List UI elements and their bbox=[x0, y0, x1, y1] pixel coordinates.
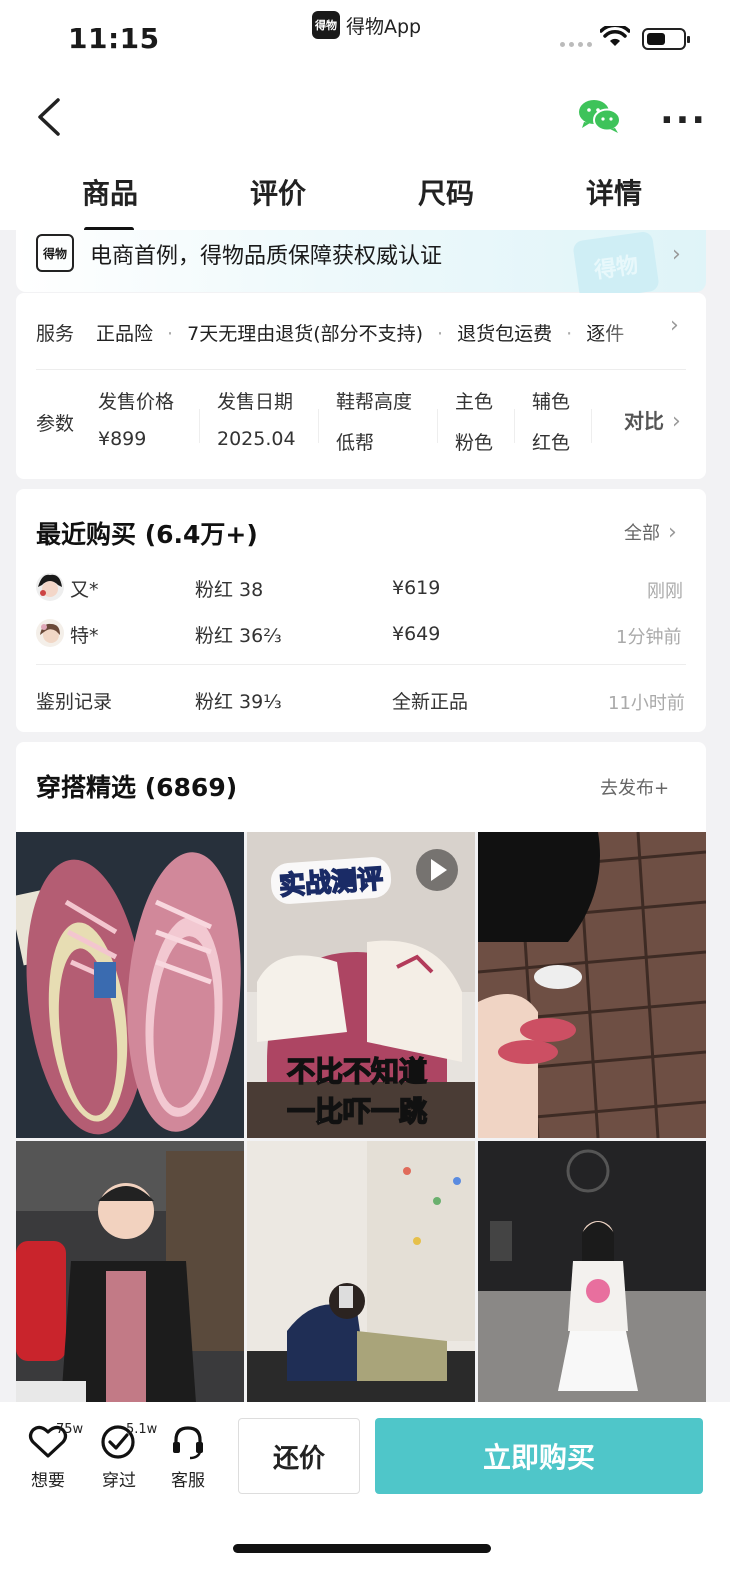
purchase-time: 刚刚 bbox=[647, 581, 683, 602]
avatar bbox=[36, 573, 64, 601]
tab-details[interactable]: 详情 bbox=[530, 172, 698, 230]
chevron-right-icon: › bbox=[672, 242, 681, 267]
outfits-title: 穿搭精选 (6869) bbox=[36, 773, 238, 802]
more-options-icon[interactable]: ··· bbox=[660, 100, 707, 141]
signal-icon bbox=[560, 42, 592, 47]
view-all-link[interactable]: 全部 › bbox=[624, 519, 677, 545]
tab-size[interactable]: 尺码 bbox=[362, 172, 530, 230]
headset-icon bbox=[173, 1426, 203, 1460]
param-main-color: 主色 粉色 bbox=[455, 391, 494, 454]
dewu-logo-icon: 得物 bbox=[36, 234, 74, 272]
purchase-spec: 粉红 38 bbox=[195, 579, 264, 601]
return-to-app-indicator[interactable]: 得物 得物App bbox=[312, 10, 421, 40]
chevron-right-icon: › bbox=[672, 409, 681, 434]
authentication-status: 全新正品 bbox=[392, 691, 469, 713]
chevron-right-icon[interactable]: › bbox=[670, 313, 679, 338]
review-caption: 不比不知道 一比吓一跳 bbox=[286, 1054, 428, 1129]
bottom-action-bar: 想要 75w 穿过 5.1w 客服 还价 立即购买 bbox=[0, 1402, 730, 1580]
outfit-photo-girl-sofa[interactable] bbox=[247, 1141, 475, 1402]
service-list[interactable]: 正品险· 7天无理由退货(部分不支持)· 退货包运费· 逐件 bbox=[96, 319, 656, 347]
compare-button[interactable]: 对比 › bbox=[624, 405, 681, 434]
outfit-photo-pink-sneakers[interactable] bbox=[16, 832, 244, 1138]
recent-purchases-card: 最近购买 (6.4万+) 全部 › 又* 粉红 38 ¥619 刚刚 特* 粉红 … bbox=[16, 489, 706, 732]
param-upper-height: 鞋帮高度 低帮 bbox=[336, 391, 413, 454]
authentication-time: 11小时前 bbox=[608, 693, 685, 714]
want-count: 75w bbox=[56, 1422, 84, 1437]
param-release-date: 发售日期 2025.04 bbox=[217, 391, 296, 450]
app-name: 得物App bbox=[346, 15, 422, 38]
battery-icon bbox=[642, 28, 690, 50]
service-item: 退货包运费 bbox=[457, 323, 553, 345]
outfit-grid: 实战测评 不比不知道 一比吓一跳 bbox=[16, 832, 706, 1402]
outfit-photo-street[interactable] bbox=[478, 832, 706, 1138]
param-sub-color: 辅色 红色 bbox=[532, 391, 571, 454]
buyer-name: 又* bbox=[70, 579, 99, 601]
status-bar: 11:15 得物 得物App bbox=[0, 0, 730, 80]
purchase-spec: 粉红 36⅔ bbox=[195, 625, 282, 647]
service-item: 正品险 bbox=[96, 323, 154, 345]
worn-count: 5.1w bbox=[126, 1422, 158, 1437]
authentication-label: 鉴别记录 bbox=[36, 691, 113, 713]
recent-purchases-title: 最近购买 (6.4万+) bbox=[36, 520, 258, 549]
params-label: 参数 bbox=[36, 413, 75, 435]
avatar bbox=[36, 619, 64, 647]
outfits-card: 穿搭精选 (6869) 去发布+ bbox=[16, 742, 706, 832]
tab-reviews[interactable]: 评价 bbox=[194, 172, 362, 230]
param-release-price: 发售价格 ¥899 bbox=[98, 391, 175, 450]
review-tag: 实战测评 bbox=[269, 855, 393, 906]
app-logo-icon: 得物 bbox=[312, 11, 340, 39]
customer-service-button[interactable]: 客服 bbox=[160, 1424, 216, 1491]
purchase-time: 1分钟前 bbox=[616, 627, 682, 648]
service-label: 服务 bbox=[36, 323, 75, 345]
wifi-icon bbox=[600, 26, 630, 46]
publish-outfit-link[interactable]: 去发布+ bbox=[600, 774, 669, 800]
buyer-name: 特* bbox=[70, 625, 99, 647]
divider bbox=[36, 369, 686, 370]
banner-text: 电商首例，得物品质保障获权威认证 bbox=[90, 244, 443, 269]
status-time: 11:15 bbox=[68, 22, 160, 55]
section-tabs: 商品 评价 尺码 详情 bbox=[0, 172, 730, 232]
purchase-price: ¥619 bbox=[392, 577, 441, 599]
certification-banner[interactable]: 得物 得物 电商首例，得物品质保障获权威认证 › bbox=[16, 230, 706, 302]
tab-product[interactable]: 商品 bbox=[26, 172, 194, 232]
back-arrow-icon[interactable] bbox=[36, 98, 62, 136]
service-item: 7天无理由退货(部分不支持) bbox=[187, 323, 424, 345]
outfit-review-video[interactable]: 实战测评 不比不知道 一比吓一跳 bbox=[247, 832, 475, 1138]
wechat-share-icon[interactable] bbox=[578, 98, 622, 134]
authentication-spec: 粉红 39⅓ bbox=[195, 691, 282, 713]
bargain-button[interactable]: 还价 bbox=[238, 1418, 360, 1494]
outfit-photo-dance-studio[interactable] bbox=[478, 1141, 706, 1402]
buy-now-button[interactable]: 立即购买 bbox=[375, 1418, 703, 1494]
outfit-photo-boy[interactable] bbox=[16, 1141, 244, 1402]
chevron-right-icon: › bbox=[668, 520, 677, 545]
banner-watermark-logo: 得物 bbox=[572, 230, 660, 302]
divider bbox=[36, 664, 686, 665]
purchase-price: ¥649 bbox=[392, 623, 441, 645]
home-indicator bbox=[233, 1544, 491, 1553]
service-params-card: 服务 正品险· 7天无理由退货(部分不支持)· 退货包运费· 逐件 › 参数 发… bbox=[16, 293, 706, 479]
